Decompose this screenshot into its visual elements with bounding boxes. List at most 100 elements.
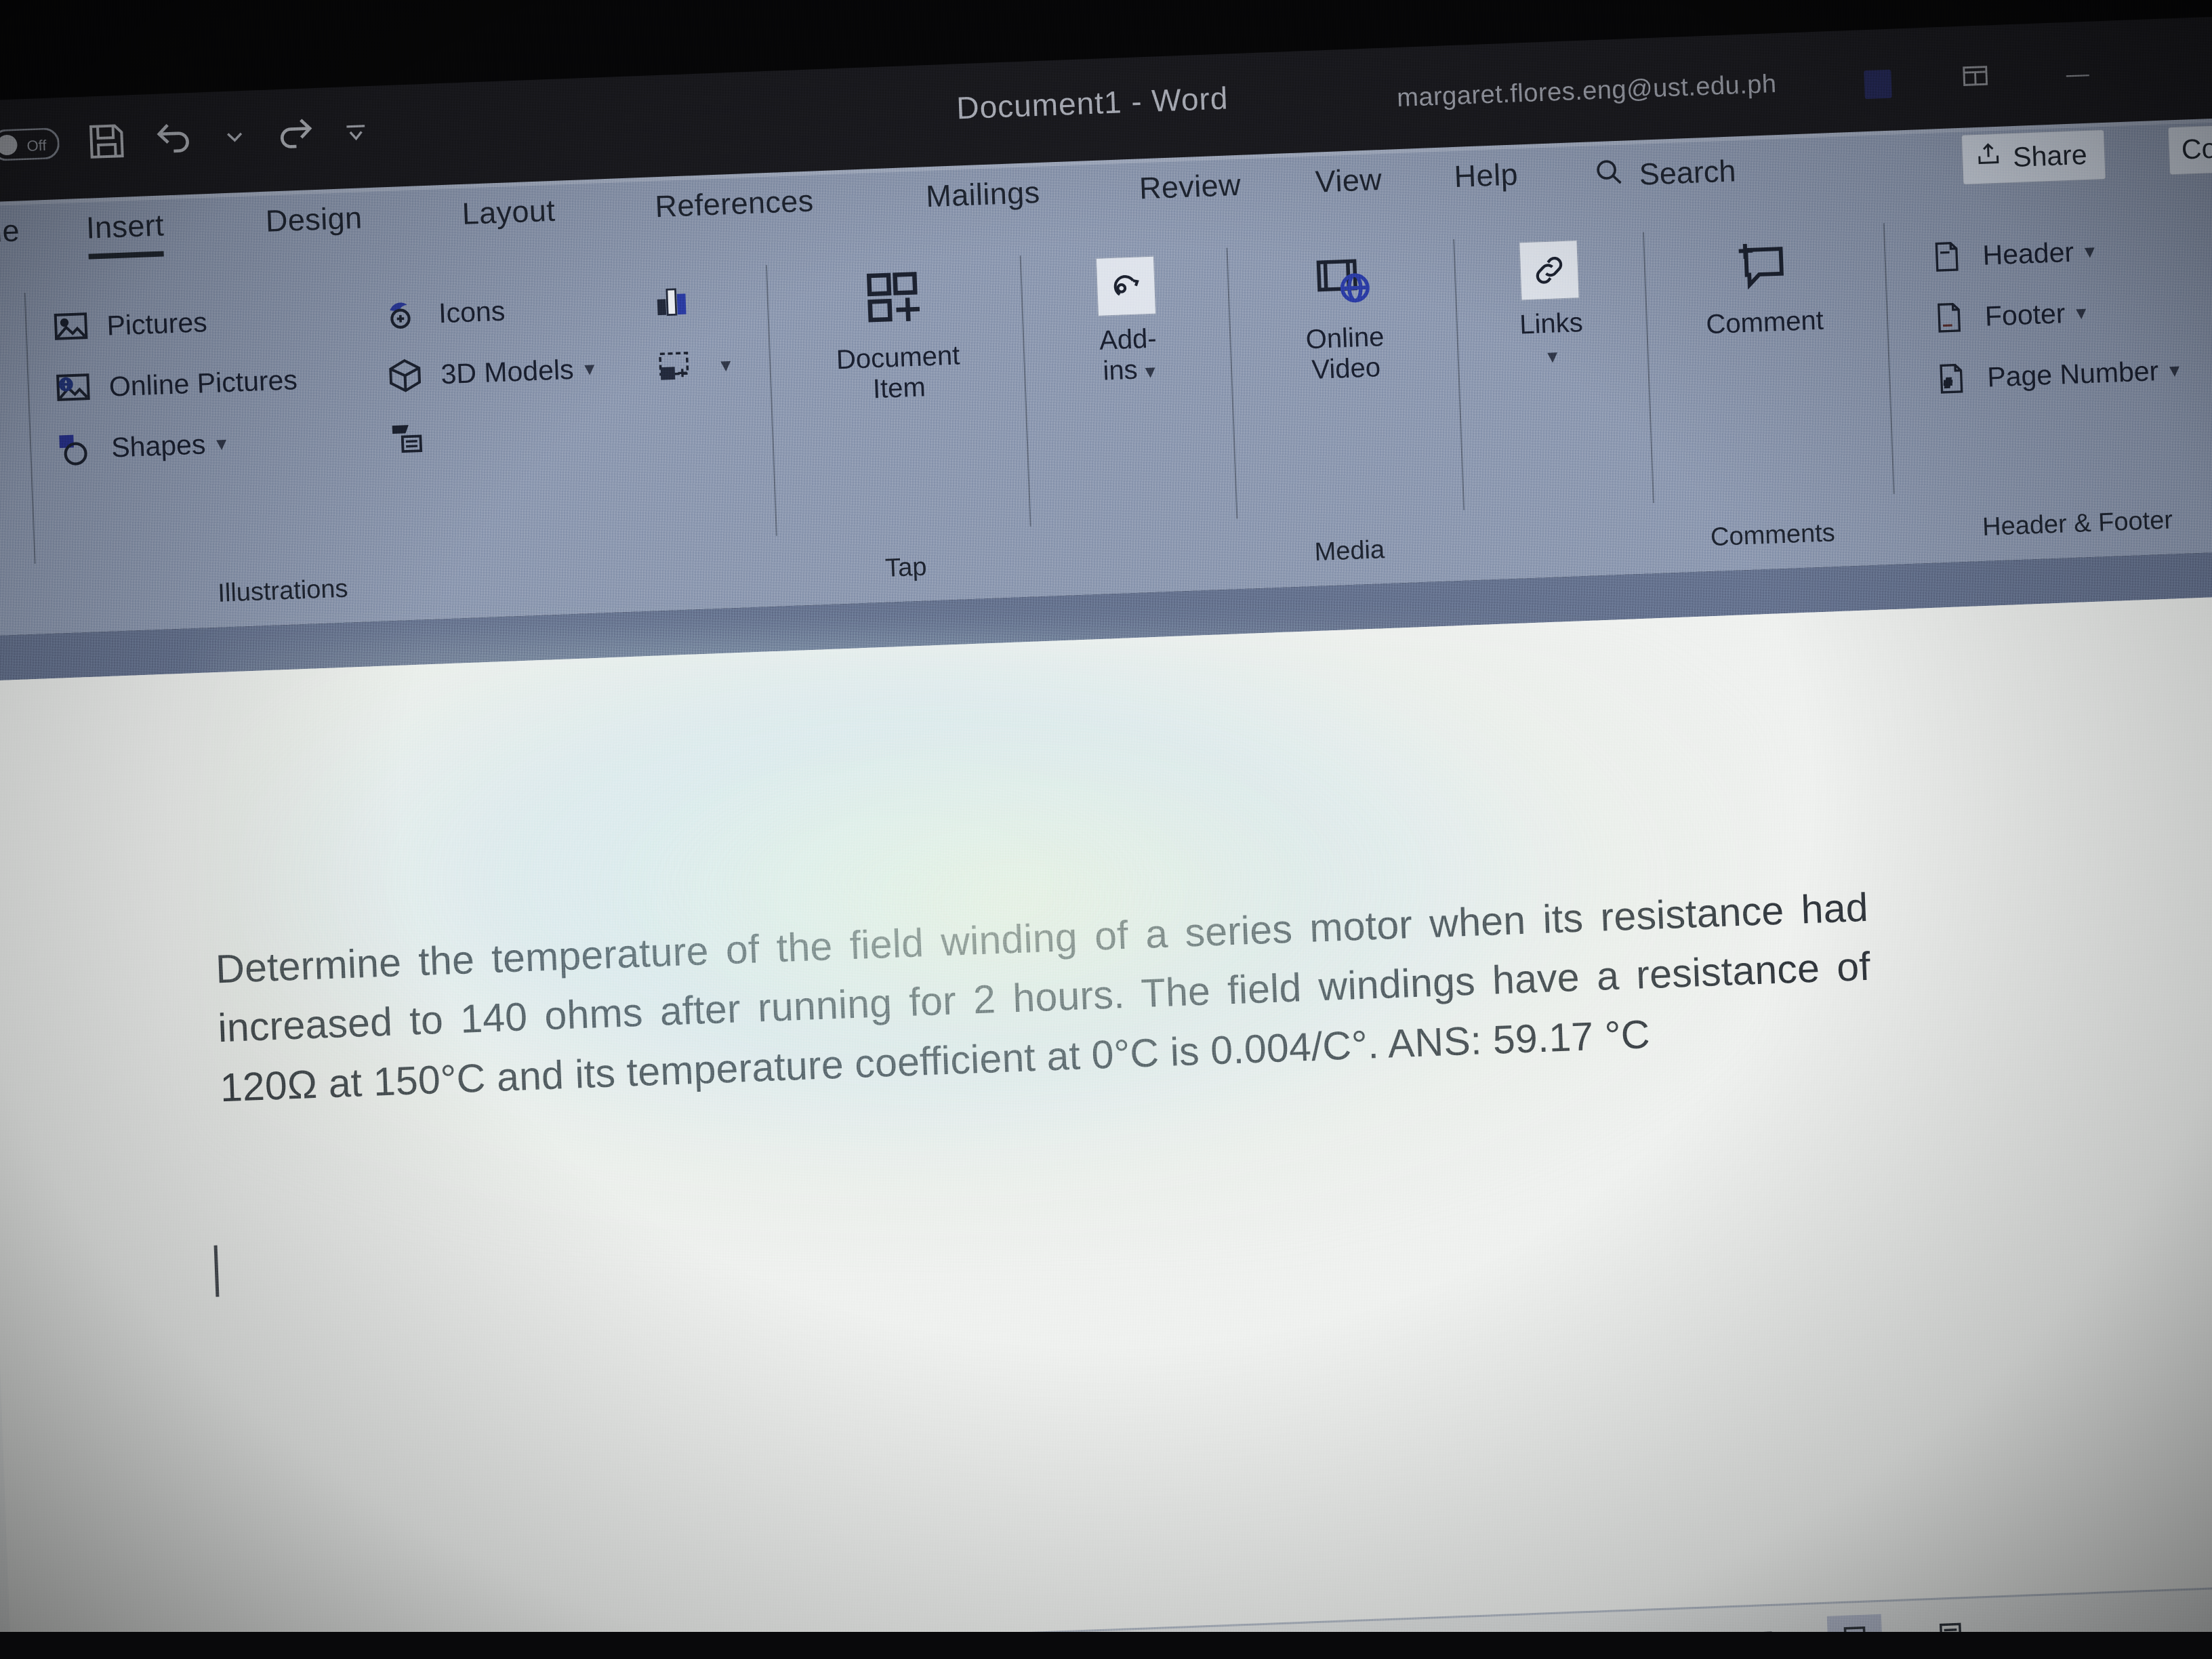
tab-insert-label: Insert [85,207,165,245]
ribbon: Home Insert Design Layout References Mai… [0,116,2212,637]
shapes-label: Shapes [110,428,207,464]
tab-design[interactable]: Design [265,200,363,239]
share-button[interactable]: Share [1961,129,2106,185]
minimize-window-icon[interactable]: — [2066,61,2089,87]
add-ins-label: Add-ins ▾ [1099,323,1158,386]
tab-home[interactable]: Home [0,213,20,251]
chevron-down-icon[interactable]: ▾ [2169,359,2180,383]
page-number-button[interactable]: # Page Number ▾ [1925,345,2181,405]
smartart-button[interactable] [382,410,445,462]
active-tab-underline [88,251,164,260]
share-button-label: Share [2012,138,2088,173]
3d-models-label: 3D Models [440,353,575,390]
3d-models-button[interactable]: 3D Models ▾ [379,344,596,402]
online-pictures-icon [47,362,100,414]
ribbon-group-tap: Document Item Tap [765,243,1029,605]
shapes-button[interactable]: Shapes ▾ [49,418,228,475]
window-controls[interactable]: — [1959,57,2090,96]
footer-label: Footer [1984,297,2066,332]
focus-mode-button[interactable]: Focus [1556,1628,1685,1659]
search-icon [1593,156,1625,196]
print-layout-view-button[interactable] [1826,1614,1883,1659]
customize-qat-icon[interactable] [342,118,369,146]
screenshot-button[interactable]: ▾ [648,340,732,392]
chevron-down-icon[interactable]: ▾ [2084,239,2095,264]
ribbon-group-add-ins: Add-ins ▾ [1019,236,1235,596]
screen-photograph: Off Document1 - Word margaret.flores.eng… [0,0,2212,1659]
undo-icon[interactable] [153,117,197,161]
read-mode-view-button[interactable] [1728,1618,1784,1659]
chevron-down-icon[interactable]: ▾ [720,353,731,377]
pictures-icon [45,301,97,353]
group-label-links [1479,555,1635,561]
comment-button[interactable]: Comment [1673,230,1853,341]
tab-layout-label: Layout [461,192,556,231]
tab-view[interactable]: View [1315,162,1382,200]
chevron-down-icon[interactable]: ▾ [584,356,595,381]
autosave-toggle[interactable]: Off [0,127,60,161]
text-cursor [213,1245,220,1297]
header-button[interactable]: Header ▾ [1921,226,2095,283]
tab-references[interactable]: References [655,183,815,224]
avatar[interactable] [1864,69,1892,100]
svg-text:Off: Off [26,137,47,155]
restore-window-icon[interactable] [1959,60,1992,96]
tab-layout[interactable]: Layout [462,193,556,232]
account-name[interactable]: margaret.flores.eng@ust.edu.ph [1397,70,1778,113]
chart-button[interactable] [645,274,708,326]
page-number-icon: # [1925,352,1978,405]
tab-view-label: View [1314,161,1383,199]
group-label-header-footer: Header & Footer [1982,506,2173,542]
links-button[interactable]: Links ▾ [1483,239,1617,372]
icons-label: Icons [438,295,506,329]
online-pictures-label: Online Pictures [108,363,298,403]
document-paragraph[interactable]: Determine the temperature of the field w… [215,878,1874,1118]
document-item-button[interactable]: Document Item [806,262,987,407]
tab-insert[interactable]: Insert [85,207,165,260]
focus-label: Focus [1602,1631,1685,1659]
pictures-button[interactable]: Pictures [45,297,208,353]
search-box[interactable]: Search [1593,151,1737,195]
document-item-icon [857,264,935,335]
tab-help-label: Help [1453,157,1519,194]
status-bar-right: Focus [1556,1610,1982,1659]
chevron-down-icon[interactable]: ▾ [216,432,227,456]
ribbon-group-links: Links ▾ [1453,220,1652,579]
document-page[interactable]: Determine the temperature of the field w… [0,596,2212,1659]
quick-access-toolbar[interactable]: Off [0,108,370,169]
footer-button[interactable]: Footer ▾ [1923,287,2087,344]
chevron-down-icon[interactable]: ▾ [1547,345,1558,368]
online-video-icon [1308,247,1378,315]
tab-mailings[interactable]: Mailings [925,175,1040,214]
comment-icon [1727,232,1798,300]
tab-home-label: Home [0,213,20,251]
undo-dropdown-icon[interactable] [223,125,247,148]
online-video-button[interactable]: Online Video [1267,246,1421,387]
comments-button-label: Comments [2181,129,2212,165]
links-label: Links ▾ [1519,308,1584,371]
chevron-down-icon[interactable]: ▾ [2076,301,2087,325]
group-label-tap: Tap [884,552,928,583]
comments-button[interactable]: Comments [2167,121,2212,176]
add-ins-button[interactable]: Add-ins ▾ [1054,254,1201,388]
links-icon [1519,240,1580,301]
ribbon-group-header-footer: Header ▾ Footer ▾ # Page Number ▾ Header… [1883,197,2212,563]
header-icon [1921,230,1973,283]
word-application-window: Off Document1 - Word margaret.flores.eng… [0,14,2212,1659]
focus-icon [1556,1631,1591,1659]
tab-review[interactable]: Review [1139,167,1242,207]
save-icon[interactable] [85,120,127,162]
shapes-icon [49,423,102,475]
online-pictures-button[interactable]: Online Pictures [47,354,299,414]
online-video-label: Online Video [1305,322,1385,385]
icons-button[interactable]: Icons [377,286,506,341]
chevron-down-icon[interactable]: ▾ [1145,361,1155,384]
tab-help[interactable]: Help [1454,157,1519,194]
share-icon [1974,141,2003,176]
ribbon-group-media: Online Video Media [1226,227,1462,588]
web-layout-view-button[interactable] [1926,1610,1982,1659]
redo-icon[interactable] [272,112,316,156]
screenshot-icon [648,341,700,393]
search-label: Search [1638,152,1737,192]
ribbon-group-comments: Comment Comments [1642,211,1892,572]
